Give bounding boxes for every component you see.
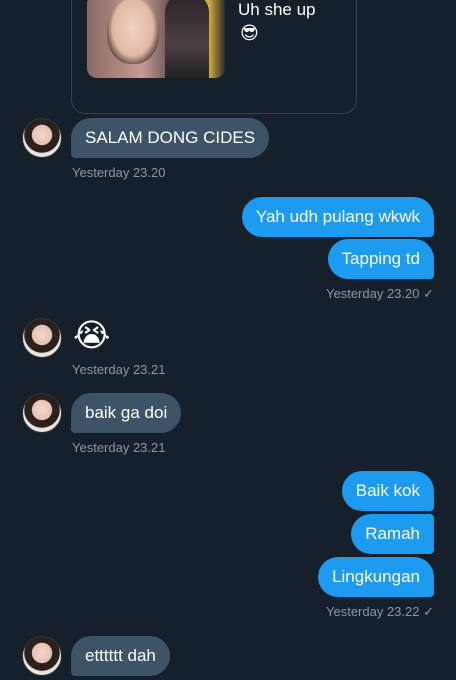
avatar[interactable] xyxy=(22,636,62,676)
avatar[interactable] xyxy=(22,318,62,358)
avatar[interactable] xyxy=(22,393,62,433)
message-timestamp: Yesterday 23.20 ✓ xyxy=(326,286,434,301)
message-timestamp: Yesterday 23.20 xyxy=(72,165,166,180)
shared-photo[interactable] xyxy=(87,0,225,78)
photo-second-person xyxy=(165,0,209,78)
photo-person-face xyxy=(107,0,159,64)
message-bubble-outgoing[interactable]: Tapping td xyxy=(327,239,434,279)
message-timestamp: Yesterday 23.22 ✓ xyxy=(326,604,434,619)
message-bubble-incoming[interactable]: SALAM DONG CIDES xyxy=(71,118,270,158)
sunglasses-emoji: 😎 xyxy=(240,23,259,43)
message-bubble-outgoing[interactable]: Ramah xyxy=(351,514,434,554)
message-bubble-outgoing[interactable]: Lingkungan xyxy=(318,557,434,597)
crying-emoji-message[interactable]: 😭 xyxy=(73,317,110,353)
message-bubble-incoming[interactable]: etttttt dah xyxy=(71,636,170,676)
avatar[interactable] xyxy=(22,118,62,158)
message-bubble-outgoing[interactable]: Baik kok xyxy=(341,471,434,511)
message-bubble-outgoing[interactable]: Yah udh pulang wkwk xyxy=(241,197,434,237)
message-timestamp: Yesterday 23.21 xyxy=(72,362,166,377)
shared-caption: Uh she up xyxy=(238,0,316,19)
message-bubble-incoming[interactable]: baik ga doi xyxy=(71,393,182,433)
message-timestamp: Yesterday 23.21 xyxy=(72,440,166,455)
